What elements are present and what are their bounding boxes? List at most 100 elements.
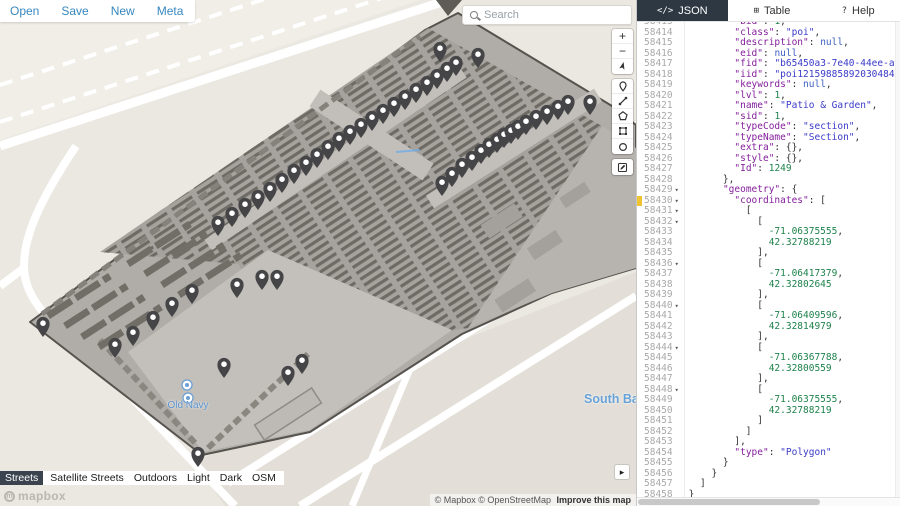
draw-marker-button[interactable] xyxy=(612,79,633,94)
fold-arrow-icon xyxy=(675,479,684,490)
editor-line[interactable]: 58457 ] xyxy=(637,478,900,490)
editor-vertical-scrollbar[interactable] xyxy=(895,22,900,497)
fold-arrow-icon xyxy=(675,122,684,133)
fold-arrow-icon xyxy=(675,364,684,375)
fold-arrow-icon[interactable]: ▾ xyxy=(675,385,684,396)
attribution-osm[interactable]: © OpenStreetMap xyxy=(478,495,551,505)
draw-circle-button[interactable] xyxy=(612,139,633,154)
map-canvas[interactable]: Open Save New Meta + − xyxy=(0,0,636,506)
compass-icon xyxy=(617,61,628,72)
zoom-out-button[interactable]: − xyxy=(612,44,633,59)
fold-arrow-icon xyxy=(675,353,684,364)
fold-arrow-icon[interactable]: ▾ xyxy=(675,343,684,354)
editor-line[interactable]: 58431 ▾ [ xyxy=(637,205,900,217)
editor-line[interactable]: 58452 ] xyxy=(637,426,900,437)
fold-arrow-icon xyxy=(675,437,684,448)
fold-arrow-icon xyxy=(675,269,684,280)
line-gutter: 58455 xyxy=(637,457,685,469)
edit-properties-button[interactable] xyxy=(612,159,633,175)
fold-arrow-icon xyxy=(675,101,684,112)
line-number: 58457 xyxy=(644,478,673,489)
line-number: 58439 xyxy=(644,289,673,300)
scrollbar-thumb[interactable] xyxy=(638,499,820,505)
draw-line-button[interactable] xyxy=(612,94,633,109)
side-panel: </> JSON ⊞ Table? Help 58413 "bid": 1,58414 … xyxy=(636,0,900,506)
editor-line[interactable]: 58443 ], xyxy=(637,331,900,343)
json-editor-lines: 58413 "bid": 1,58414 "class": "poi",5841… xyxy=(637,22,900,500)
layer-option-light[interactable]: Light xyxy=(187,472,210,484)
fold-arrow-icon[interactable]: ▾ xyxy=(675,196,684,207)
fold-arrow-icon[interactable]: ▾ xyxy=(675,185,684,196)
tab-label: Table xyxy=(764,4,791,17)
menu-item-new[interactable]: New xyxy=(111,4,135,18)
layer-option-osm[interactable]: OSM xyxy=(252,472,276,484)
fold-arrow-icon xyxy=(675,406,684,417)
search-input[interactable] xyxy=(484,9,624,21)
search-box[interactable] xyxy=(462,5,632,25)
panel-tab-bar: </> JSON ⊞ Table? Help xyxy=(637,0,900,22)
fold-arrow-icon xyxy=(675,175,684,186)
marker-icon xyxy=(618,80,628,92)
line-gutter: 58457 xyxy=(637,478,685,490)
layer-option-outdoors[interactable]: Outdoors xyxy=(134,472,177,484)
zoom-in-button[interactable]: + xyxy=(612,29,633,44)
line-number: 58431 xyxy=(644,205,673,216)
tab-json[interactable]: </> JSON xyxy=(637,0,728,21)
fold-arrow-icon[interactable]: ▾ xyxy=(675,217,684,228)
line-number: 58415 xyxy=(644,37,673,48)
fold-arrow-icon xyxy=(675,38,684,49)
draw-rectangle-button[interactable] xyxy=(612,124,633,139)
map-attribution: © Mapbox © OpenStreetMap Improve this ma… xyxy=(429,494,636,506)
line-number: 58445 xyxy=(644,352,673,363)
editor-line[interactable]: 58435 ], xyxy=(637,247,900,259)
layer-option-streets[interactable]: Streets xyxy=(0,471,44,485)
improve-map-link[interactable]: Improve this map xyxy=(556,495,631,505)
line-gutter: 58439 xyxy=(637,289,685,301)
tab-table[interactable]: ⊞ Table xyxy=(728,0,817,21)
editor-line[interactable]: 58427 "Id": 1249 xyxy=(637,163,900,175)
fold-arrow-icon[interactable]: ▾ xyxy=(675,259,684,270)
fold-arrow-icon xyxy=(675,143,684,154)
line-gutter: 58423 xyxy=(637,121,685,133)
editor-line[interactable]: 58451 ] xyxy=(637,415,900,427)
fold-arrow-icon[interactable]: ▾ xyxy=(675,206,684,217)
attribution-mapbox[interactable]: © Mapbox xyxy=(435,495,476,505)
fold-arrow-icon xyxy=(675,164,684,175)
circle-icon xyxy=(618,142,628,152)
line-number: 58417 xyxy=(644,58,673,69)
json-editor[interactable]: 58413 "bid": 1,58414 "class": "poi",5841… xyxy=(637,22,900,506)
fold-arrow-icon xyxy=(675,290,684,301)
editor-line[interactable]: 58439 ], xyxy=(637,289,900,301)
menu-item-meta[interactable]: Meta xyxy=(157,4,184,18)
menu-item-open[interactable]: Open xyxy=(10,4,39,18)
fold-arrow-icon xyxy=(675,70,684,81)
editor-line[interactable]: 58450 42.32788219 xyxy=(637,405,900,417)
rectangle-icon xyxy=(618,126,628,136)
fold-arrow-icon[interactable]: ▾ xyxy=(675,301,684,312)
line-number: 58427 xyxy=(644,163,673,174)
layer-option-dark[interactable]: Dark xyxy=(220,472,242,484)
layer-option-satellite-streets[interactable]: Satellite Streets xyxy=(50,472,124,484)
editor-line[interactable]: 58456 } xyxy=(637,468,900,479)
draw-control-group xyxy=(612,79,633,154)
geojson-editor-app: Open Save New Meta + − xyxy=(0,0,900,506)
compass-button[interactable] xyxy=(612,59,633,74)
menu-item-save[interactable]: Save xyxy=(61,4,88,18)
mapbox-logo[interactable]: m mapbox xyxy=(4,489,66,503)
layer-options: Satellite Streets Outdoors Light Dark OSM xyxy=(43,471,284,485)
draw-polygon-button[interactable] xyxy=(612,109,633,124)
tab-help[interactable]: ? Help xyxy=(816,0,900,21)
editor-line[interactable]: 58430 ▾ "coordinates": [ xyxy=(637,195,900,207)
editor-line[interactable]: 58454 "type": "Polygon" xyxy=(637,447,900,458)
editor-horizontal-scrollbar[interactable] xyxy=(637,497,900,506)
polygon-icon xyxy=(617,111,628,121)
zoom-control-group: + − xyxy=(612,29,633,74)
line-gutter: 58429 ▾ xyxy=(637,184,685,196)
editor-line[interactable]: 58447 ], xyxy=(637,373,900,385)
editor-line[interactable]: 58455 } xyxy=(637,457,900,469)
fold-arrow-icon xyxy=(675,458,684,469)
line-number: 58449 xyxy=(644,394,673,405)
attribution-toggle-button[interactable]: ▸ xyxy=(615,465,629,479)
fold-arrow-icon xyxy=(675,280,684,291)
fold-arrow-icon xyxy=(675,154,684,165)
